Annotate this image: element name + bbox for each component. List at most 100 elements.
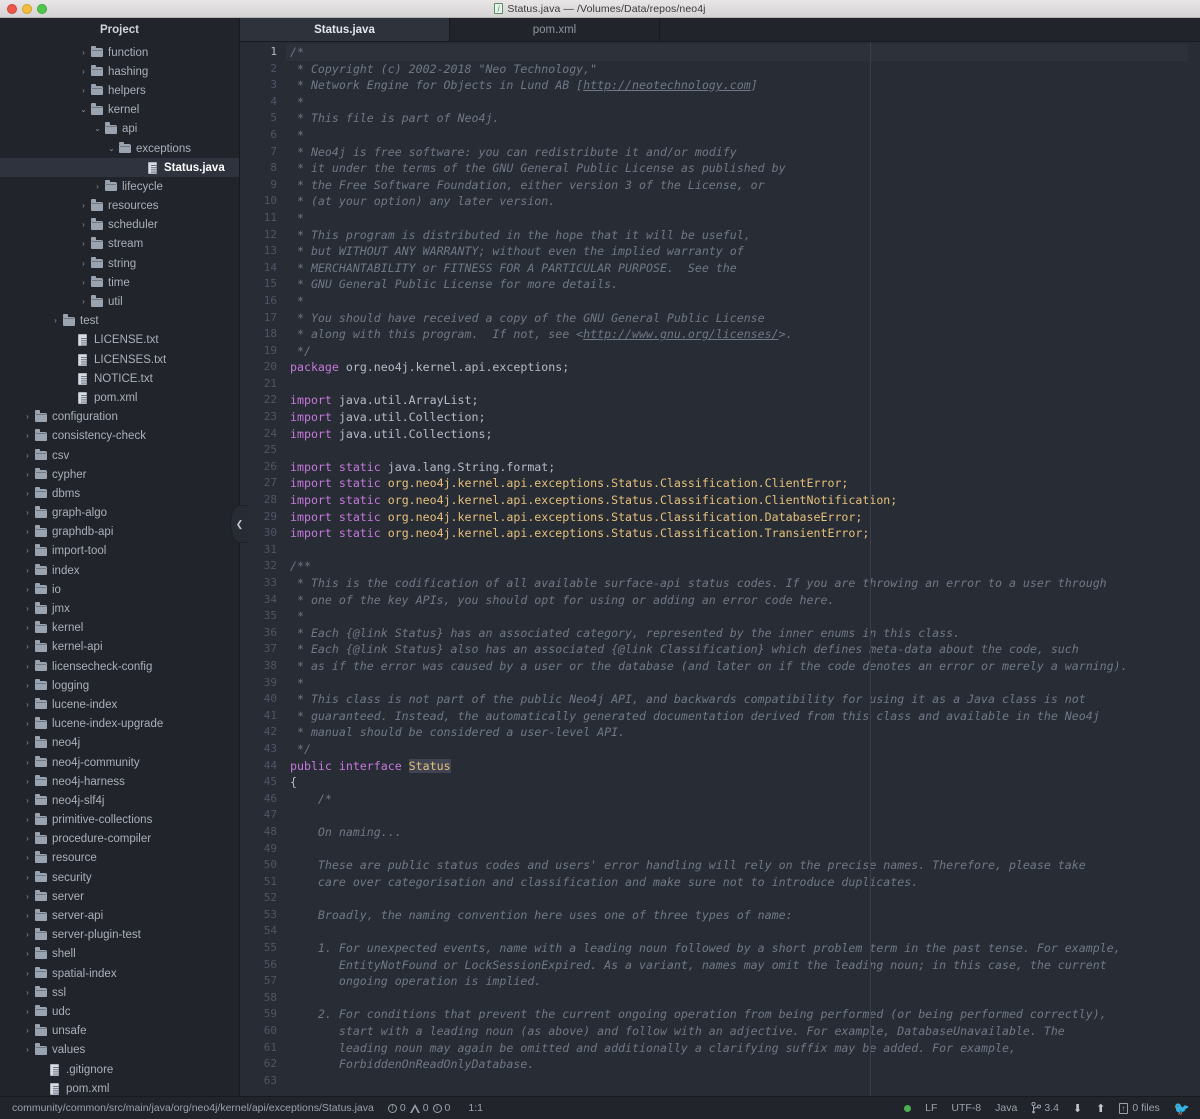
tree-folder-item[interactable]: › lucene-index <box>0 695 239 714</box>
chevron-right-icon[interactable]: › <box>78 298 89 306</box>
chevron-right-icon[interactable]: › <box>22 509 33 517</box>
code-line[interactable]: * but WITHOUT ANY WARRANTY; without even… <box>286 243 1188 260</box>
code-line[interactable]: * as if the error was caused by a user o… <box>286 658 1188 675</box>
code-line[interactable]: * Each {@link Status} has an associated … <box>286 625 1188 642</box>
chevron-right-icon[interactable]: › <box>22 413 33 421</box>
upload-updates-icon[interactable]: ⬆ <box>1096 1102 1105 1115</box>
chevron-down-icon[interactable]: ⌄ <box>92 125 103 133</box>
code-line[interactable]: ongoing operation is implied. <box>286 973 1188 990</box>
tree-folder-item[interactable]: › util <box>0 292 239 311</box>
tree-folder-item[interactable]: › graph-algo <box>0 504 239 523</box>
code-line[interactable]: * <box>286 210 1188 227</box>
chevron-right-icon[interactable]: › <box>22 547 33 555</box>
line-separator-indicator[interactable]: LF <box>925 1102 937 1114</box>
collapse-sidebar-handle[interactable]: ❮ <box>230 505 248 543</box>
code-line[interactable]: */ <box>286 343 1188 360</box>
code-line[interactable]: * <box>286 608 1188 625</box>
code-line[interactable]: /* <box>286 791 1188 808</box>
tree-folder-item[interactable]: › kernel-api <box>0 638 239 657</box>
tree-folder-item[interactable]: › server <box>0 887 239 906</box>
code-line[interactable]: * Each {@link Status} also has an associ… <box>286 641 1188 658</box>
chevron-right-icon[interactable]: › <box>22 1007 33 1016</box>
code-line[interactable]: /* <box>286 44 1188 61</box>
tree-folder-item[interactable]: ⌄ api <box>0 120 239 139</box>
code-line[interactable]: * one of the key APIs, you should opt fo… <box>286 592 1188 609</box>
chevron-right-icon[interactable]: › <box>22 643 33 651</box>
code-line[interactable]: EntityNotFound or LockSessionExpired. As… <box>286 957 1188 974</box>
code-line[interactable]: * along with this program. If not, see <… <box>286 326 1188 343</box>
chevron-right-icon[interactable]: › <box>92 182 103 191</box>
chevron-right-icon[interactable]: › <box>22 662 33 671</box>
code-line[interactable]: * This is the codification of all availa… <box>286 575 1188 592</box>
language-indicator[interactable]: Java <box>995 1102 1017 1114</box>
code-line[interactable]: * MERCHANTABILITY or FITNESS FOR A PARTI… <box>286 260 1188 277</box>
tree-folder-item[interactable]: › cypher <box>0 465 239 484</box>
chevron-right-icon[interactable]: › <box>78 240 89 248</box>
tree-folder-item[interactable]: › csv <box>0 446 239 465</box>
tree-folder-item[interactable]: › licensecheck-config <box>0 657 239 676</box>
chevron-down-icon[interactable]: ⌄ <box>78 106 89 114</box>
chevron-right-icon[interactable]: › <box>22 873 33 882</box>
chevron-right-icon[interactable]: › <box>78 48 89 57</box>
code-line[interactable]: * This file is part of Neo4j. <box>286 110 1188 127</box>
inspection-summary[interactable]: ! 0 0 i 0 <box>387 1102 450 1114</box>
tree-folder-item[interactable]: › string <box>0 254 239 273</box>
changed-files-widget[interactable]: 0 files <box>1119 1102 1160 1114</box>
tree-folder-item[interactable]: › unsafe <box>0 1022 239 1041</box>
chevron-right-icon[interactable]: › <box>22 854 33 862</box>
chevron-right-icon[interactable]: › <box>22 681 33 690</box>
code-line[interactable]: * You should have received a copy of the… <box>286 310 1188 327</box>
tree-file-item[interactable]: ›pom.xml <box>0 1079 239 1096</box>
chevron-right-icon[interactable]: › <box>78 86 89 95</box>
tree-folder-item[interactable]: › import-tool <box>0 542 239 561</box>
chevron-right-icon[interactable]: › <box>22 432 33 440</box>
download-updates-icon[interactable]: ⬇ <box>1073 1102 1082 1115</box>
code-line[interactable]: public interface Status <box>286 758 1188 775</box>
code-line[interactable] <box>286 376 1188 393</box>
tree-folder-item[interactable]: › test <box>0 312 239 331</box>
tree-folder-item[interactable]: › procedure-compiler <box>0 830 239 849</box>
code-line[interactable]: package org.neo4j.kernel.api.exceptions; <box>286 359 1188 376</box>
tree-folder-item[interactable]: › graphdb-api <box>0 523 239 542</box>
code-line[interactable]: * the Free Software Foundation, either v… <box>286 177 1188 194</box>
code-line[interactable]: leading noun may again be omitted and ad… <box>286 1040 1188 1057</box>
chevron-right-icon[interactable]: › <box>78 202 89 210</box>
chevron-right-icon[interactable]: › <box>22 777 33 786</box>
chevron-right-icon[interactable]: › <box>22 835 33 843</box>
chevron-right-icon[interactable]: › <box>78 67 89 76</box>
chevron-right-icon[interactable]: › <box>22 796 33 805</box>
code-line[interactable]: import static org.neo4j.kernel.api.excep… <box>286 509 1188 526</box>
tree-folder-item[interactable]: › function <box>0 43 239 62</box>
code-line[interactable]: * <box>286 293 1188 310</box>
code-line[interactable]: import static org.neo4j.kernel.api.excep… <box>286 525 1188 542</box>
tree-folder-item[interactable]: › scheduler <box>0 216 239 235</box>
chevron-right-icon[interactable]: › <box>78 221 89 229</box>
code-line[interactable]: */ <box>286 741 1188 758</box>
chevron-right-icon[interactable]: › <box>22 624 33 632</box>
code-line[interactable] <box>286 841 1188 858</box>
tree-folder-item[interactable]: › neo4j-harness <box>0 772 239 791</box>
chevron-right-icon[interactable]: › <box>22 739 33 747</box>
code-line[interactable]: care over categorisation and classificat… <box>286 874 1188 891</box>
code-line[interactable]: * Neo4j is free software: you can redist… <box>286 144 1188 161</box>
tree-folder-item[interactable]: › server-api <box>0 906 239 925</box>
code-line[interactable]: * This class is not part of the public N… <box>286 691 1188 708</box>
chevron-right-icon[interactable]: › <box>22 528 33 536</box>
code-line[interactable] <box>286 542 1188 559</box>
chevron-right-icon[interactable]: › <box>22 585 33 594</box>
code-line[interactable] <box>286 890 1188 907</box>
chevron-right-icon[interactable]: › <box>78 259 89 268</box>
warning-count-chip[interactable]: 0 <box>409 1102 429 1114</box>
code-line[interactable]: On naming... <box>286 824 1188 841</box>
tree-folder-item[interactable]: › stream <box>0 235 239 254</box>
tree-folder-item[interactable]: › spatial-index <box>0 964 239 983</box>
editor-tab[interactable]: pom.xml <box>450 18 660 41</box>
encoding-indicator[interactable]: UTF-8 <box>951 1102 981 1114</box>
chevron-right-icon[interactable]: › <box>22 720 33 728</box>
code-line[interactable]: 2. For conditions that prevent the curre… <box>286 1006 1188 1023</box>
chevron-right-icon[interactable]: › <box>22 470 33 479</box>
code-line[interactable]: These are public status codes and users'… <box>286 857 1188 874</box>
code-line[interactable]: * it under the terms of the GNU General … <box>286 160 1188 177</box>
chevron-right-icon[interactable]: › <box>22 969 33 978</box>
code-line[interactable]: * (at your option) any later version. <box>286 193 1188 210</box>
